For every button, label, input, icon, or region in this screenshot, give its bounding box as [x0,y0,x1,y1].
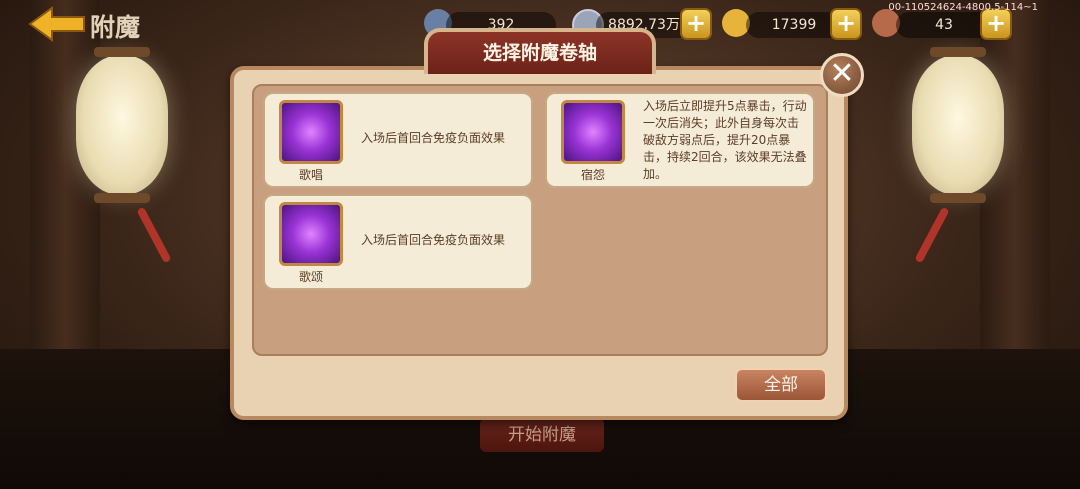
back-arrow-icon[interactable] [28,6,86,42]
close-button[interactable]: ✕ [820,53,864,97]
scroll-desc: 入场后首回合免疫负面效果 [361,131,506,145]
resource-gold-value: 17399 [746,12,842,38]
start-enchant-button[interactable]: 开始附魔 [480,418,604,452]
scroll-icon [279,100,343,164]
scroll-icon [279,202,343,266]
all-filter-button[interactable]: 全部 [735,368,827,402]
add-coin-button[interactable]: + [680,8,712,40]
scroll-card-gesong[interactable]: 歌颂 入场后首回合免疫负面效果 [263,194,533,290]
lantern-left [76,47,168,203]
scroll-desc: 入场后首回合免疫负面效果 [361,233,506,247]
page-title: 附魔 [90,13,141,42]
add-gold-button[interactable]: + [830,8,862,40]
resource-meat-value: 43 [896,12,992,38]
scroll-card-gechang[interactable]: 歌唱 入场后首回合免疫负面效果 [263,92,533,188]
scroll-name: 歌唱 [298,168,323,182]
dialog-title: 选择附魔卷轴 [482,42,597,64]
scroll-name: 宿怨 [580,168,605,182]
scroll-icon [561,100,625,164]
scroll-desc: 入场后立即提升5点暴击，行动一次后消失；此外自身每次击破敌方弱点后，提升20点暴… [643,99,807,181]
scroll-card-suyuan[interactable]: 宿怨 入场后立即提升5点暴击，行动一次后消失；此外自身每次击破敌方弱点后，提升2… [545,92,815,188]
scroll-name: 歌颂 [298,270,323,284]
build-id: 00-110524624-4800.5-114~1 [888,2,1038,13]
lantern-right [912,47,1004,203]
